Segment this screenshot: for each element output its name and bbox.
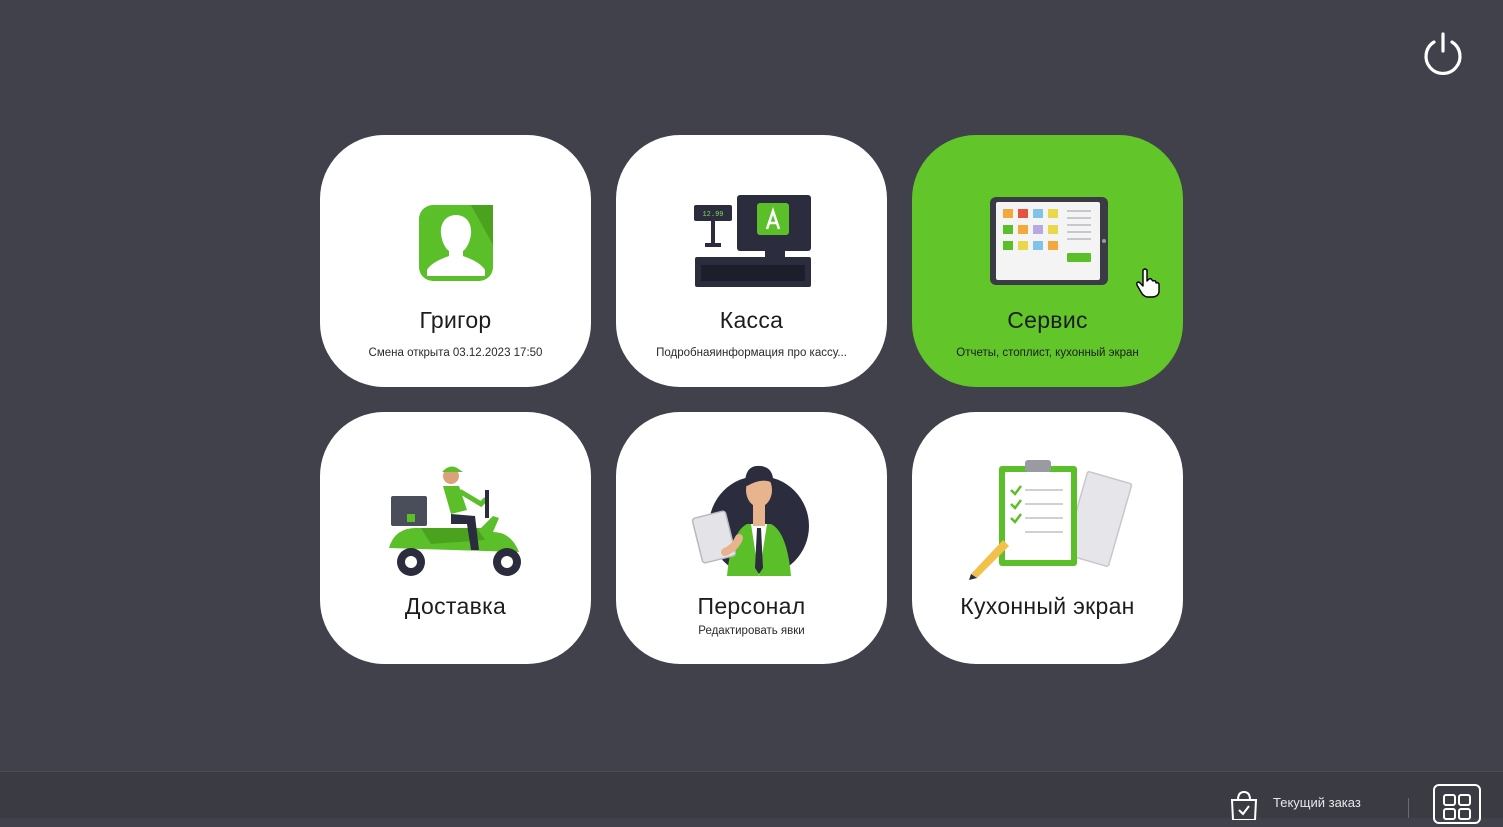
power-button[interactable] <box>1420 31 1466 77</box>
tile-title: Кухонный экран <box>960 593 1135 619</box>
power-icon <box>1424 32 1462 76</box>
footer-divider <box>1408 798 1409 818</box>
tile-staff[interactable]: Персонал Редактировать явки <box>616 412 887 664</box>
apps-grid-button[interactable] <box>1433 784 1481 824</box>
scooter-courier-icon <box>320 456 591 581</box>
tile-title: Сервис <box>1007 307 1088 333</box>
tile-title: Григор <box>419 307 492 333</box>
tile-title: Персонал <box>697 593 806 619</box>
footer-bar: Текущий заказ <box>0 771 1503 824</box>
tile-user[interactable]: Григор Смена открыта 03.12.2023 17:50 <box>320 135 591 387</box>
tile-service[interactable]: Сервис Отчеты, стоплист, кухонный экран <box>912 135 1183 387</box>
tile-subtitle: Редактировать явки <box>698 625 805 637</box>
user-avatar-icon <box>320 185 591 295</box>
clipboard-checklist-icon <box>912 456 1183 581</box>
tile-subtitle: Отчеты, стоплист, кухонный экран <box>956 347 1139 359</box>
tile-cashier[interactable]: 12.99 Касса Подробнаяинформация про касс… <box>616 135 887 387</box>
tile-subtitle: Смена открыта 03.12.2023 17:50 <box>368 347 543 359</box>
staff-person-icon <box>616 452 887 582</box>
svg-text:12.99: 12.99 <box>702 211 723 219</box>
current-order-button[interactable]: Текущий заказ <box>1273 795 1383 810</box>
tile-subtitle: Подробнаяинформация про кассу... <box>656 347 847 359</box>
menu-grid: Григор Смена открыта 03.12.2023 17:50 12… <box>320 135 1183 665</box>
cash-register-icon: 12.99 <box>616 185 887 295</box>
tablet-icon <box>912 185 1183 295</box>
tile-title: Касса <box>719 307 784 333</box>
tile-title: Доставка <box>404 593 507 619</box>
tile-kitchen-screen[interactable]: Кухонный экран <box>912 412 1183 664</box>
shopping-bag-icon[interactable] <box>1229 790 1259 821</box>
tile-delivery[interactable]: Доставка <box>320 412 591 664</box>
